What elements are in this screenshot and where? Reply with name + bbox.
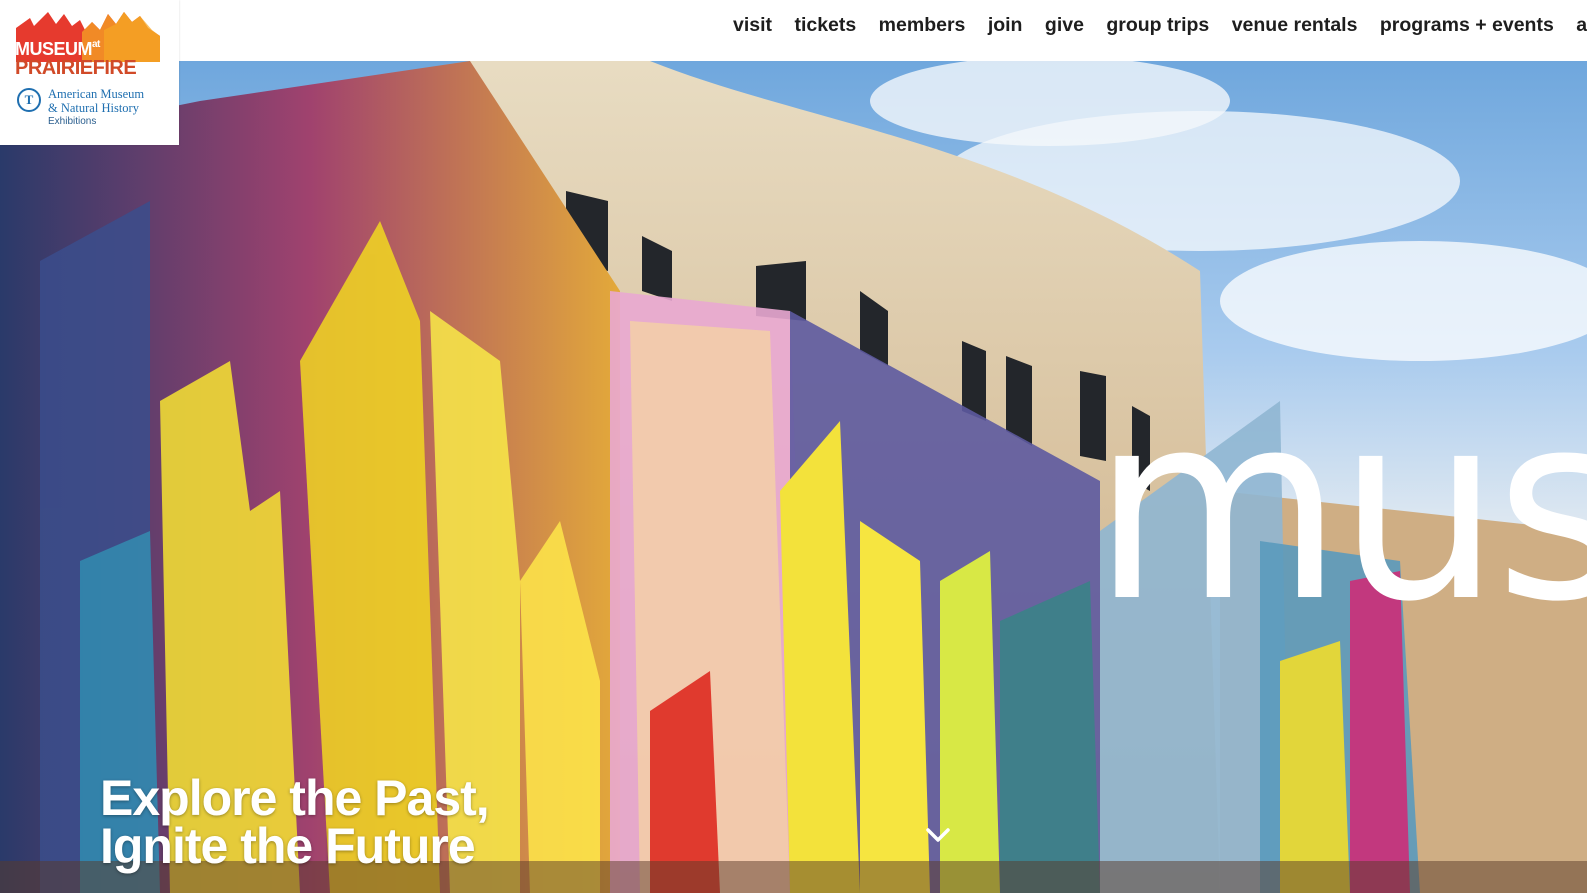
logo-museum-text: MUSEUM: [15, 39, 93, 59]
amnh-logo-icon: T: [17, 88, 41, 112]
site-header: visit tickets members join give group tr…: [0, 0, 1587, 61]
main-nav: visit tickets members join give group tr…: [733, 14, 1587, 37]
hero-tagline: Explore the Past, Ignite the Future: [100, 770, 490, 874]
partner-line-1: American Museum: [48, 87, 145, 101]
nav-item-join[interactable]: join: [988, 14, 1023, 36]
nav-item-venue-rentals[interactable]: venue rentals: [1232, 14, 1358, 36]
hero-tagline-line-1: Explore the Past,: [100, 770, 490, 826]
nav-item-give[interactable]: give: [1045, 14, 1084, 36]
hero-watermark-word: mus: [1092, 358, 1587, 658]
partner-line-2: & Natural History: [48, 101, 139, 115]
partner-logo-text: American Museum & Natural History Exhibi…: [48, 87, 144, 129]
logo-line-prairiefire: PRAIRIEFIRE: [15, 57, 137, 79]
nav-item-members[interactable]: members: [879, 14, 966, 36]
hero-banner: mus Explore the Past, Ignite the Future: [0, 61, 1587, 893]
site-logo[interactable]: MUSEUMat PRAIRIEFIRE T American Museum &…: [0, 0, 179, 145]
nav-item-visit[interactable]: visit: [733, 14, 772, 36]
chevron-down-icon[interactable]: [924, 821, 952, 849]
nav-item-programs-events[interactable]: programs + events: [1380, 14, 1554, 36]
nav-item-group-trips[interactable]: group trips: [1106, 14, 1209, 36]
nav-item-tickets[interactable]: tickets: [794, 14, 856, 36]
partner-subline: Exhibitions: [48, 116, 97, 127]
hero-tagline-line-2: Ignite the Future: [100, 818, 476, 874]
logo-line-museum: MUSEUMat: [15, 39, 100, 59]
logo-at-text: at: [92, 39, 100, 50]
nav-item-about[interactable]: about: [1576, 14, 1587, 36]
